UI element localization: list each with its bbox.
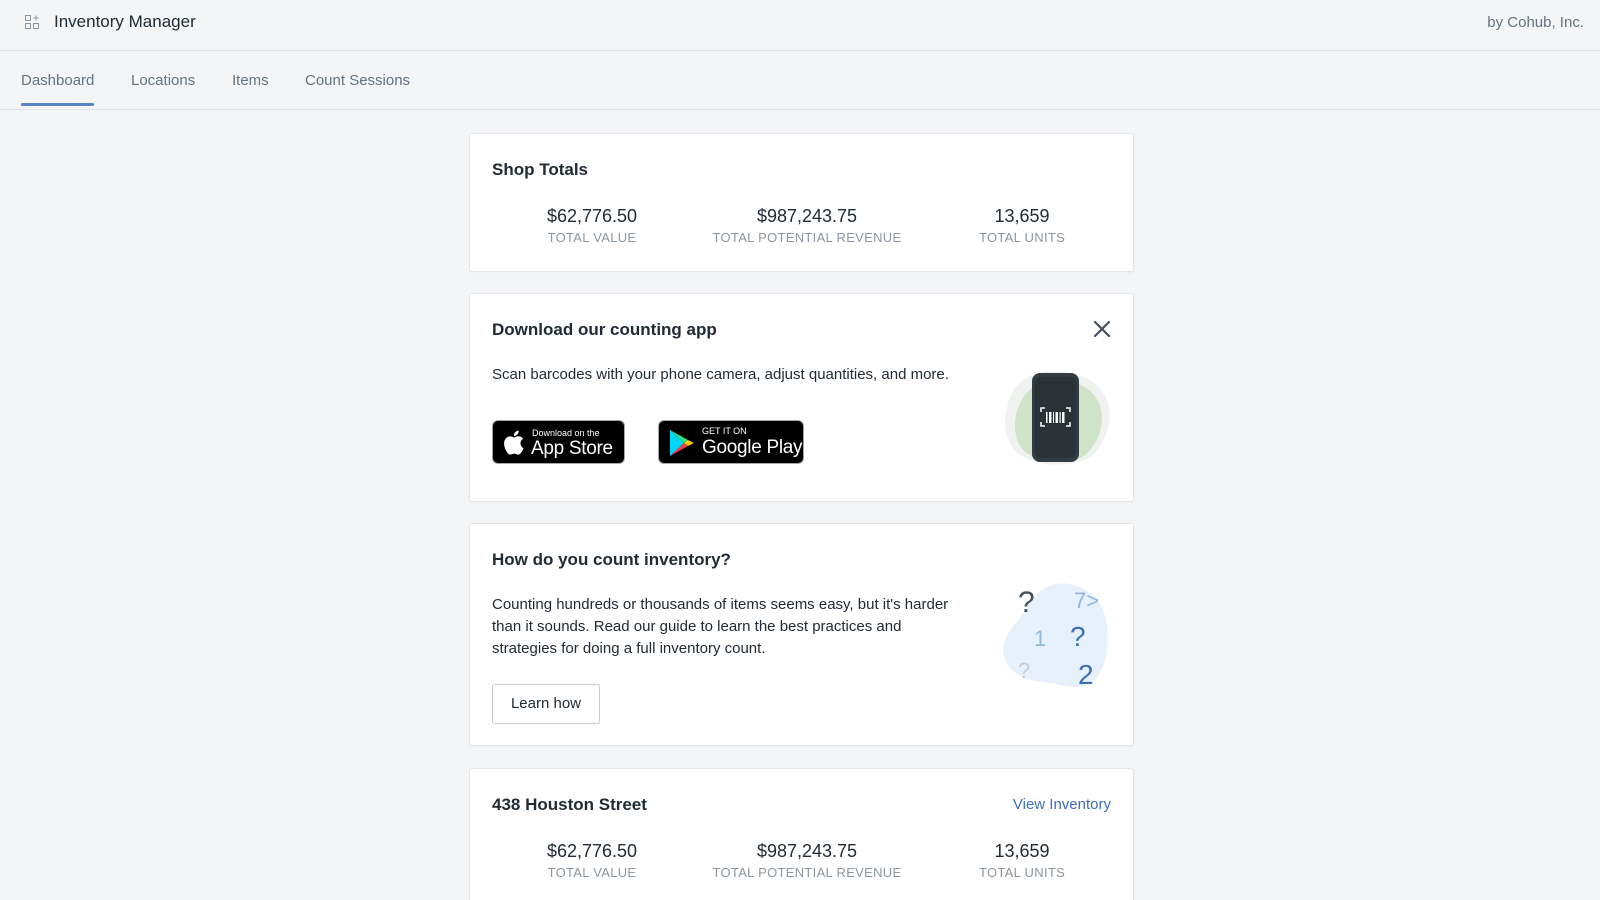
- tab-count-sessions[interactable]: Count Sessions: [305, 72, 410, 106]
- app-title: Inventory Manager: [54, 12, 196, 31]
- tab-locations[interactable]: Locations: [131, 72, 195, 106]
- svg-text:7>: 7>: [1074, 588, 1099, 613]
- description-line: strategies for doing a full inventory co…: [492, 640, 766, 657]
- how-count-card: How do you count inventory? Counting hun…: [469, 523, 1134, 746]
- byline: by Cohub, Inc.: [1487, 14, 1584, 31]
- view-inventory-link[interactable]: View Inventory: [1013, 796, 1111, 813]
- download-app-card: Download our counting app Scan barcodes …: [469, 293, 1134, 502]
- stat-value: $62,776.50: [546, 206, 638, 226]
- svg-text:?: ?: [1070, 621, 1086, 652]
- stat-value: $62,776.50: [546, 841, 638, 861]
- svg-text:1: 1: [1034, 626, 1046, 651]
- app-store-big-text: App Store: [531, 438, 613, 459]
- google-play-icon: [670, 430, 694, 456]
- svg-text:?: ?: [1018, 586, 1035, 619]
- stat-label: TOTAL VALUE: [547, 230, 637, 245]
- card-title: Shop Totals: [492, 160, 589, 179]
- apps-grid-icon[interactable]: [25, 15, 39, 29]
- card-description: Counting hundreds or thousands of items …: [492, 594, 948, 660]
- tab-items[interactable]: Items: [232, 72, 269, 106]
- description-line: than it sounds. Read our guide to learn …: [492, 618, 902, 635]
- svg-text:2: 2: [1078, 659, 1094, 690]
- tab-dashboard[interactable]: Dashboard: [21, 72, 95, 106]
- svg-text:?: ?: [1018, 658, 1030, 683]
- stat-value: $987,243.75: [756, 206, 858, 226]
- stat-total-potential-revenue: $987,243.75 TOTAL POTENTIAL REVENUE: [697, 206, 917, 245]
- card-title: Download our counting app: [492, 320, 717, 339]
- google-play-big-text: Google Play: [702, 437, 803, 458]
- stat-total-potential-revenue: $987,243.75 TOTAL POTENTIAL REVENUE: [697, 841, 917, 880]
- location-title: 438 Houston Street: [492, 795, 647, 814]
- stat-label: TOTAL VALUE: [547, 865, 637, 880]
- phone-barcode-illustration: [1005, 371, 1110, 465]
- description-line: Counting hundreds or thousands of items …: [492, 596, 949, 613]
- google-play-button[interactable]: GET IT ON Google Play: [658, 420, 804, 464]
- stat-value: $987,243.75: [756, 841, 858, 861]
- card-description: Scan barcodes with your phone camera, ad…: [492, 366, 949, 383]
- stat-total-value: $62,776.50 TOTAL VALUE: [482, 206, 702, 245]
- google-play-small-text: GET IT ON: [702, 426, 747, 436]
- card-title: How do you count inventory?: [492, 550, 731, 569]
- location-card: 438 Houston Street View Inventory $62,77…: [469, 768, 1134, 900]
- stat-total-units: 13,659 TOTAL UNITS: [912, 206, 1132, 245]
- stat-label: TOTAL UNITS: [978, 230, 1066, 245]
- shop-totals-card: Shop Totals $62,776.50 TOTAL VALUE $987,…: [469, 133, 1134, 272]
- learn-how-button[interactable]: Learn how: [492, 684, 600, 724]
- app-store-small-text: Download on the: [532, 428, 600, 438]
- close-icon[interactable]: [1091, 318, 1113, 340]
- stat-label: TOTAL UNITS: [978, 865, 1066, 880]
- stat-value: 13,659: [994, 841, 1050, 861]
- stat-value: 13,659: [994, 206, 1050, 226]
- stat-label: TOTAL POTENTIAL REVENUE: [712, 230, 902, 245]
- top-bar: Inventory Manager by Cohub, Inc.: [0, 0, 1600, 51]
- app-store-button[interactable]: Download on the App Store: [492, 420, 625, 464]
- stat-total-value: $62,776.50 TOTAL VALUE: [482, 841, 702, 880]
- tab-bar: Dashboard Locations Items Count Sessions: [0, 51, 1600, 110]
- stat-label: TOTAL POTENTIAL REVENUE: [712, 865, 902, 880]
- question-numbers-illustration: ? 7> 1 ? ? 2: [1003, 583, 1108, 690]
- stat-total-units: 13,659 TOTAL UNITS: [912, 841, 1132, 880]
- apple-icon: [504, 430, 524, 455]
